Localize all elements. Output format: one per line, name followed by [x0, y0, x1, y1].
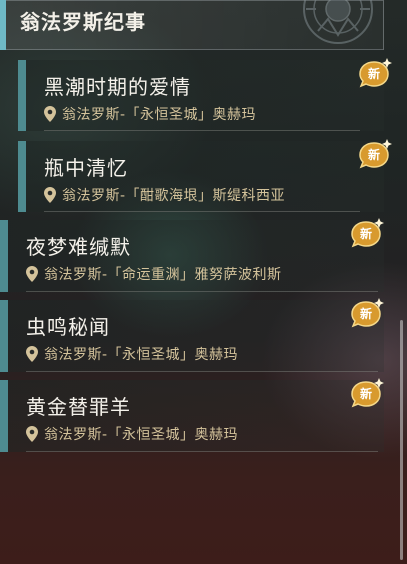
header-accent: [0, 0, 6, 50]
item-location-text: 翁法罗斯-「命运重渊」雅努萨波利斯: [44, 267, 282, 283]
list-item[interactable]: 黑潮时期的爱情 翁法罗斯-「永恒圣城」奥赫玛 新: [18, 58, 392, 131]
new-badge: 新: [350, 218, 384, 250]
item-divider: [44, 130, 360, 131]
item-location: 翁法罗斯-「酣歌海垠」斯缇科西亚: [44, 185, 285, 205]
emblem-icon: [303, 0, 373, 44]
item-location: 翁法罗斯-「永恒圣城」奥赫玛: [44, 104, 256, 124]
new-badge-label: 新: [367, 67, 380, 81]
scrollbar[interactable]: [400, 320, 403, 560]
new-badge-label: 新: [367, 148, 380, 162]
list-item[interactable]: 黄金替罪羊 翁法罗斯-「永恒圣城」奥赫玛 新: [0, 378, 384, 452]
item-divider: [44, 211, 360, 212]
item-accent-bar: [0, 220, 8, 292]
page-title: 翁法罗斯纪事: [20, 10, 146, 34]
item-title: 黑潮时期的爱情: [44, 75, 191, 99]
new-badge-label: 新: [359, 387, 372, 401]
new-badge: 新: [358, 139, 392, 171]
location-pin-icon: [44, 106, 56, 122]
item-location-text: 翁法罗斯-「永恒圣城」奥赫玛: [44, 347, 239, 363]
list-item[interactable]: 虫鸣秘闻 翁法罗斯-「永恒圣城」奥赫玛 新: [0, 298, 384, 372]
item-title: 虫鸣秘闻: [26, 315, 110, 339]
item-title: 夜梦难缄默: [26, 235, 131, 259]
list-item[interactable]: 夜梦难缄默 翁法罗斯-「命运重渊」雅努萨波利斯 新: [0, 218, 384, 292]
new-badge-label: 新: [359, 227, 372, 241]
item-location-text: 翁法罗斯-「酣歌海垠」斯缇科西亚: [62, 188, 286, 204]
location-pin-icon: [26, 266, 38, 282]
new-badge: 新: [350, 298, 384, 330]
item-accent-bar: [0, 300, 8, 372]
item-divider: [26, 371, 378, 372]
item-location: 翁法罗斯-「永恒圣城」奥赫玛: [26, 344, 238, 364]
item-location-text: 翁法罗斯-「永恒圣城」奥赫玛: [44, 427, 239, 443]
item-title: 瓶中清忆: [44, 156, 128, 180]
item-accent-bar: [18, 141, 26, 212]
item-accent-bar: [0, 380, 8, 452]
item-title: 黄金替罪羊: [26, 395, 131, 419]
item-location-text: 翁法罗斯-「永恒圣城」奥赫玛: [62, 107, 257, 123]
item-divider: [26, 451, 378, 452]
list-item[interactable]: 瓶中清忆 翁法罗斯-「酣歌海垠」斯缇科西亚 新: [18, 139, 392, 212]
item-location: 翁法罗斯-「永恒圣城」奥赫玛: [26, 424, 238, 444]
location-pin-icon: [26, 426, 38, 442]
item-divider: [26, 291, 378, 292]
new-badge: 新: [350, 378, 384, 410]
location-pin-icon: [44, 187, 56, 203]
new-badge-label: 新: [359, 307, 372, 321]
item-location: 翁法罗斯-「命运重渊」雅努萨波利斯: [26, 264, 282, 284]
item-accent-bar: [18, 60, 26, 131]
location-pin-icon: [26, 346, 38, 362]
new-badge: 新: [358, 58, 392, 90]
